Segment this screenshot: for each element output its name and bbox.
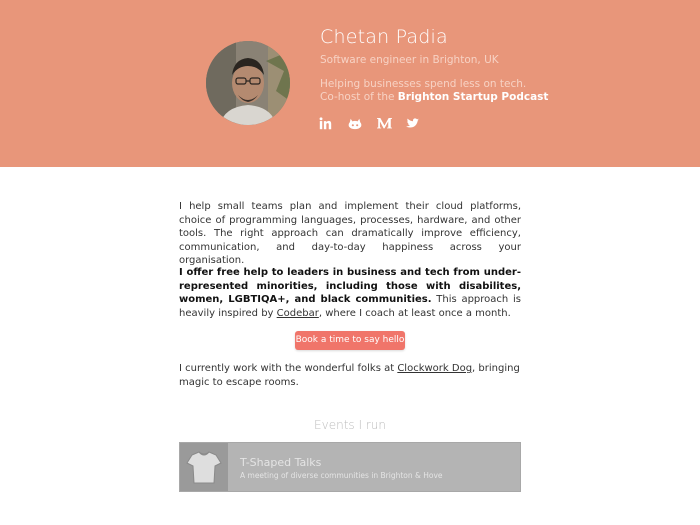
github-link[interactable] (348, 116, 377, 130)
intro-paragraph: I help small teams plan and implement th… (179, 201, 521, 266)
codebar-link[interactable]: Codebar (277, 308, 319, 319)
inclusion-text-end: , where I coach at least once a month. (318, 307, 511, 319)
twitter-link[interactable] (406, 116, 435, 130)
event-description: A meeting of diverse communities in Brig… (240, 471, 443, 480)
medium-icon (377, 118, 392, 129)
event-card[interactable]: T-Shaped Talks A meeting of diverse comm… (179, 442, 521, 492)
events-heading: Events I run (314, 418, 386, 432)
work-paragraph: I currently work with the wonderful folk… (179, 362, 521, 389)
tagline: Helping businesses spend less on tech. (320, 78, 527, 90)
work-prefix: I currently work with the wonderful folk… (179, 363, 398, 374)
tshirt-icon (186, 451, 222, 484)
podcast-link[interactable]: Brighton Startup Podcast (398, 91, 549, 103)
clockwork-dog-link[interactable]: Clockwork Dog (397, 363, 472, 374)
podcast-prefix: Co-host of the (320, 91, 398, 103)
hero-header: Chetan Padia Software engineer in Bright… (0, 0, 700, 167)
linkedin-link[interactable] (319, 116, 348, 130)
twitter-icon (406, 117, 419, 127)
role-subtitle: Software engineer in Brighton, UK (320, 54, 499, 66)
avatar (206, 41, 290, 125)
inclusion-paragraph: I offer free help to leaders in business… (179, 266, 521, 320)
page-title: Chetan Padia (320, 26, 448, 48)
linkedin-icon (319, 116, 332, 129)
event-title: T-Shaped Talks (240, 456, 322, 469)
social-links (319, 116, 435, 130)
github-icon (348, 118, 362, 129)
event-thumbnail (180, 443, 228, 491)
podcast-line: Co-host of the Brighton Startup Podcast (320, 91, 548, 103)
medium-link[interactable] (377, 116, 406, 130)
book-time-button[interactable]: Book a time to say hello (295, 331, 405, 350)
